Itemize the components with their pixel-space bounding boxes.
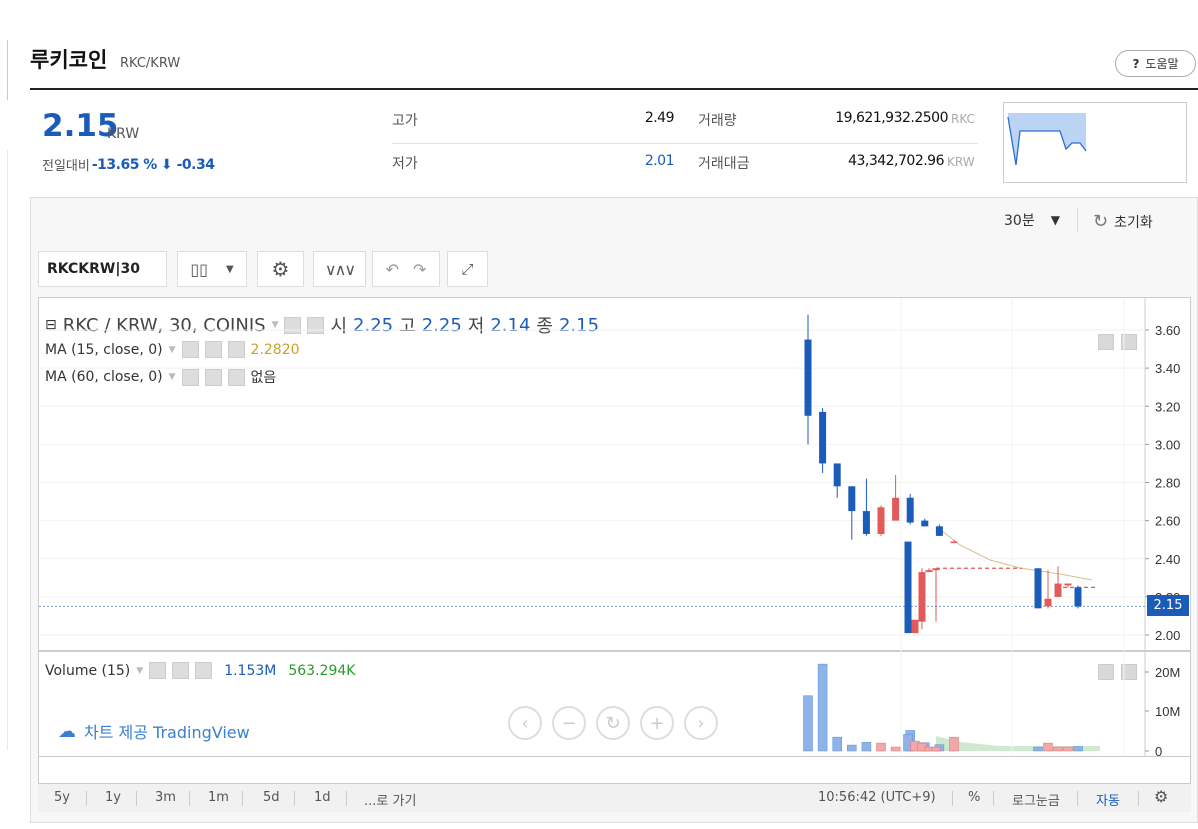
candle-body: [1064, 583, 1072, 586]
separator: [1138, 791, 1139, 806]
range-1m[interactable]: 1m: [208, 790, 229, 805]
candle-body: [877, 507, 885, 534]
volume-bar: [832, 736, 842, 752]
candle-body: [932, 568, 940, 571]
candle-body: [1054, 583, 1062, 597]
candle-body: [950, 541, 958, 544]
candle-body: [921, 520, 929, 527]
range-1y[interactable]: 1y: [105, 790, 121, 805]
candle-body: [848, 486, 856, 512]
candle-body: [904, 541, 912, 634]
price-tick-label: 3.00: [1155, 437, 1180, 452]
candle-body: [906, 497, 914, 523]
range-3m[interactable]: 3m: [155, 790, 176, 805]
volume-bar: [876, 742, 886, 752]
volume-bar: [890, 746, 901, 752]
volume-bar: [861, 742, 872, 752]
candle-body: [862, 511, 870, 534]
price-tick-label: 2.00: [1155, 628, 1180, 643]
range-5y[interactable]: 5y: [54, 790, 70, 805]
price-tick-label: 2.60: [1155, 514, 1180, 529]
separator: [1077, 791, 1078, 806]
candle-body: [1034, 568, 1042, 609]
price-tick-label: 2.40: [1155, 552, 1180, 567]
candle-body: [918, 572, 926, 622]
volume-bar: [931, 746, 941, 752]
price-tick-label: 2.80: [1155, 476, 1180, 491]
price-tick-label: 3.40: [1155, 361, 1180, 376]
separator: [136, 791, 137, 806]
volume-bar: [1033, 746, 1043, 752]
volume-bar: [817, 663, 828, 752]
separator: [346, 791, 347, 806]
gear-icon[interactable]: ⚙: [1154, 787, 1168, 806]
volume-bar: [949, 736, 959, 752]
price-tick-label: 3.20: [1155, 399, 1180, 414]
percent-toggle[interactable]: %: [968, 790, 980, 805]
separator: [294, 791, 295, 806]
range-5d[interactable]: 5d: [263, 790, 280, 805]
log-scale-toggle[interactable]: 로그눈금: [1012, 790, 1060, 809]
candle-body: [1074, 587, 1082, 607]
separator: [993, 791, 994, 806]
candle-body: [1044, 598, 1052, 607]
volume-bar: [803, 695, 813, 752]
candle-body: [819, 411, 827, 464]
clock: 10:56:42 (UTC+9): [818, 790, 936, 805]
goto-date[interactable]: ...로 가기: [364, 790, 416, 809]
volume-bar: [1063, 746, 1073, 752]
price-tick-label: 3.60: [1155, 323, 1180, 338]
candle-body: [911, 619, 919, 634]
ma15-line: [936, 526, 1093, 581]
separator: [189, 791, 190, 806]
volume-bar: [1053, 746, 1063, 752]
volume-tick-label: 20M: [1155, 665, 1180, 680]
volume-bar: [1043, 742, 1053, 752]
separator: [86, 791, 87, 806]
volume-bar: [847, 744, 857, 752]
auto-scale-toggle[interactable]: 자동: [1096, 790, 1120, 809]
bottom-toolbar: 5y 1y 3m 1m 5d 1d ...로 가기 10:56:42 (UTC+…: [38, 784, 1191, 812]
last-price-tag: 2.15: [1147, 595, 1189, 616]
candle-body: [804, 339, 812, 416]
time-axis: [38, 757, 1191, 784]
range-1d[interactable]: 1d: [314, 790, 331, 805]
candle-body: [935, 526, 943, 536]
volume-bar: [1073, 746, 1083, 752]
candle-body: [892, 497, 900, 521]
price-chart-svg: 3.603.403.203.002.802.602.402.202.0020M1…: [39, 298, 1190, 780]
candle-body: [925, 570, 933, 573]
volume-tick-label: 10M: [1155, 704, 1180, 719]
candle-body: [833, 463, 841, 487]
separator: [952, 791, 953, 806]
separator: [242, 791, 243, 806]
